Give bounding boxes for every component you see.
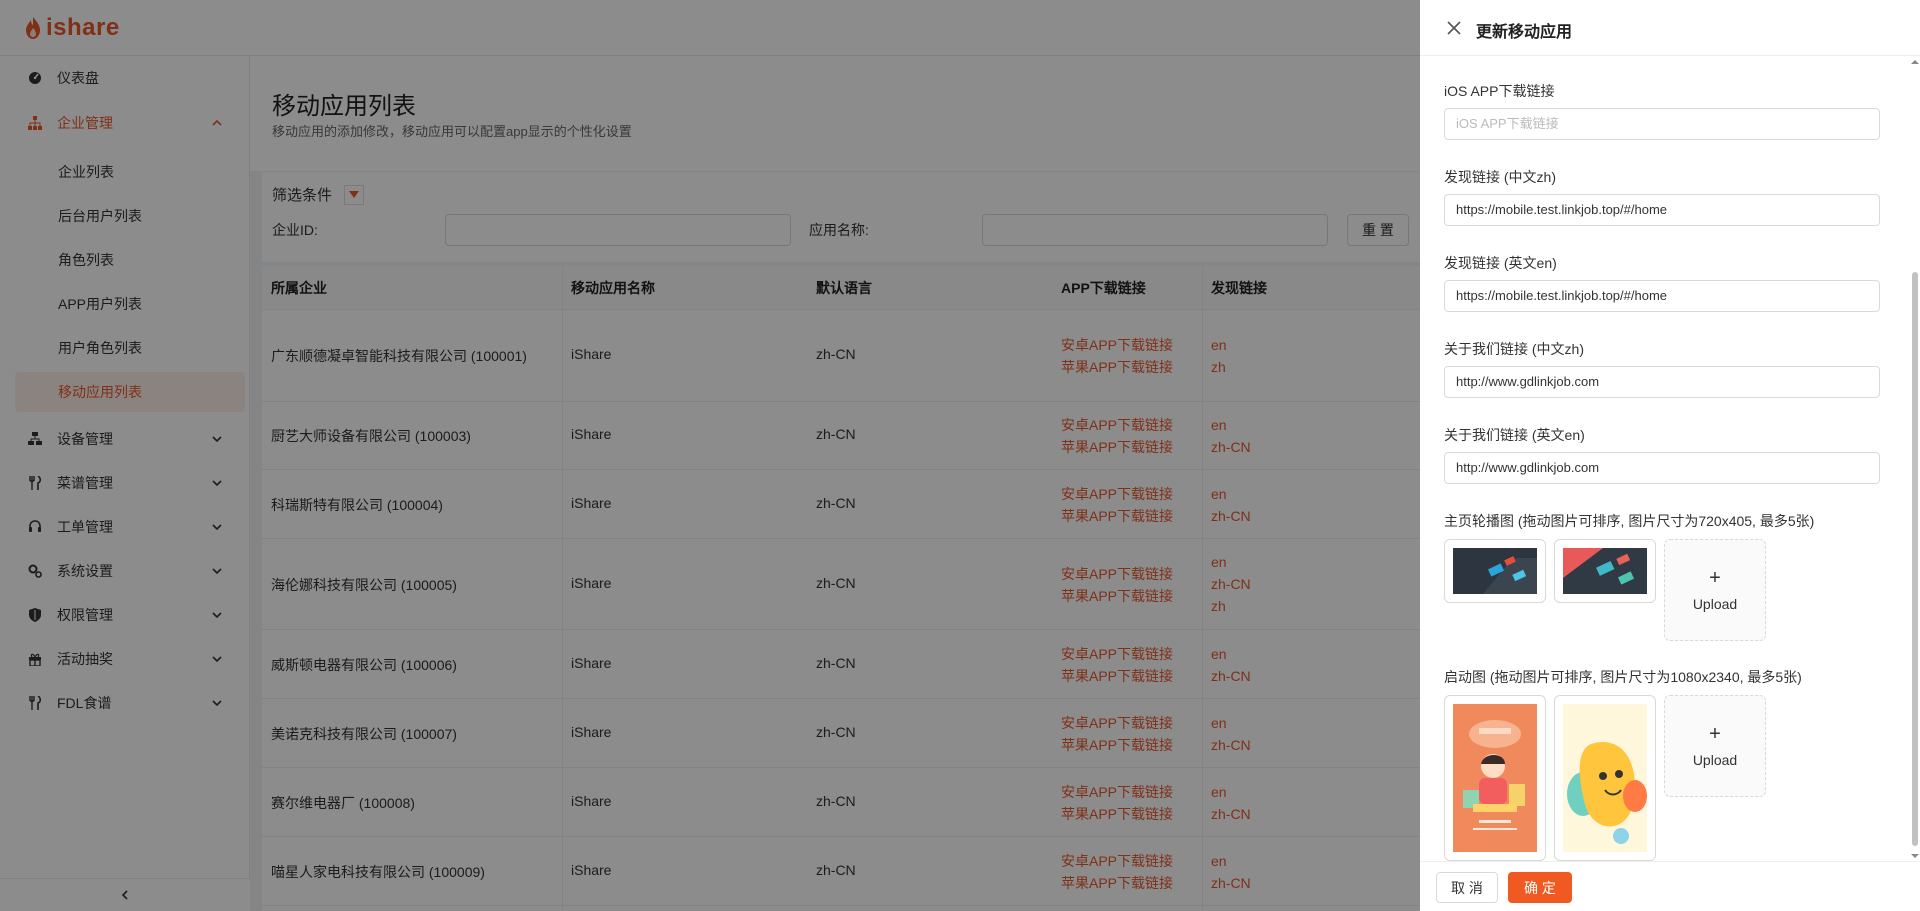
discover-zh-label: 发现链接 (中文zh) — [1444, 169, 1556, 185]
about-zh-input[interactable]: http://www.gdlinkjob.com — [1444, 366, 1880, 398]
drawer-title: 更新移动应用 — [1476, 24, 1573, 41]
splash-thumbnail-1[interactable] — [1444, 695, 1546, 861]
discover-en-input[interactable]: https://mobile.test.linkjob.top/#/home — [1444, 280, 1880, 312]
banner-label: 主页轮播图 (拖动图片可排序, 图片尺寸为720x405, 最多5张) — [1444, 513, 1815, 529]
splash-upload-button[interactable]: + Upload — [1664, 695, 1766, 797]
ios-download-label: iOS APP下载链接 — [1444, 83, 1555, 99]
drawer-header: 更新移动应用 — [1420, 0, 1920, 56]
splash-image-1 — [1453, 704, 1537, 852]
scroll-down-icon[interactable] — [1910, 851, 1920, 861]
about-en-label: 关于我们链接 (英文en) — [1444, 427, 1585, 443]
splash-label: 启动图 (拖动图片可排序, 图片尺寸为1080x2340, 最多5张) — [1444, 669, 1802, 685]
ios-download-input[interactable]: iOS APP下载链接 — [1444, 108, 1880, 140]
update-app-drawer: 更新移动应用 iOS APP下载链接 iOS APP下载链接 发现链接 (中文z… — [1420, 0, 1920, 911]
confirm-button[interactable]: 确 定 — [1508, 872, 1572, 903]
drawer-scrollbar-thumb[interactable] — [1912, 272, 1918, 846]
banner-thumbnail-1[interactable] — [1444, 539, 1546, 603]
scroll-up-icon[interactable] — [1910, 57, 1920, 67]
drawer-body: iOS APP下载链接 iOS APP下载链接 发现链接 (中文zh) http… — [1420, 57, 1920, 861]
banner-upload-button[interactable]: + Upload — [1664, 539, 1766, 641]
plus-icon: + — [1709, 723, 1721, 745]
upload-label: Upload — [1692, 596, 1738, 612]
close-icon[interactable] — [1446, 20, 1462, 36]
about-en-input[interactable]: http://www.gdlinkjob.com — [1444, 452, 1880, 484]
drawer-footer: 取 消 确 定 — [1420, 861, 1920, 911]
upload-label: Upload — [1692, 752, 1738, 768]
plus-icon: + — [1709, 567, 1721, 589]
splash-thumbnail-2[interactable] — [1554, 695, 1656, 861]
splash-image-2 — [1563, 704, 1647, 852]
banner-thumbnail-2[interactable] — [1554, 539, 1656, 603]
discover-zh-input[interactable]: https://mobile.test.linkjob.top/#/home — [1444, 194, 1880, 226]
about-zh-label: 关于我们链接 (中文zh) — [1444, 341, 1584, 357]
cancel-button[interactable]: 取 消 — [1436, 872, 1498, 903]
banner-image-1 — [1453, 548, 1537, 594]
discover-en-label: 发现链接 (英文en) — [1444, 255, 1557, 271]
banner-image-2 — [1563, 548, 1647, 594]
